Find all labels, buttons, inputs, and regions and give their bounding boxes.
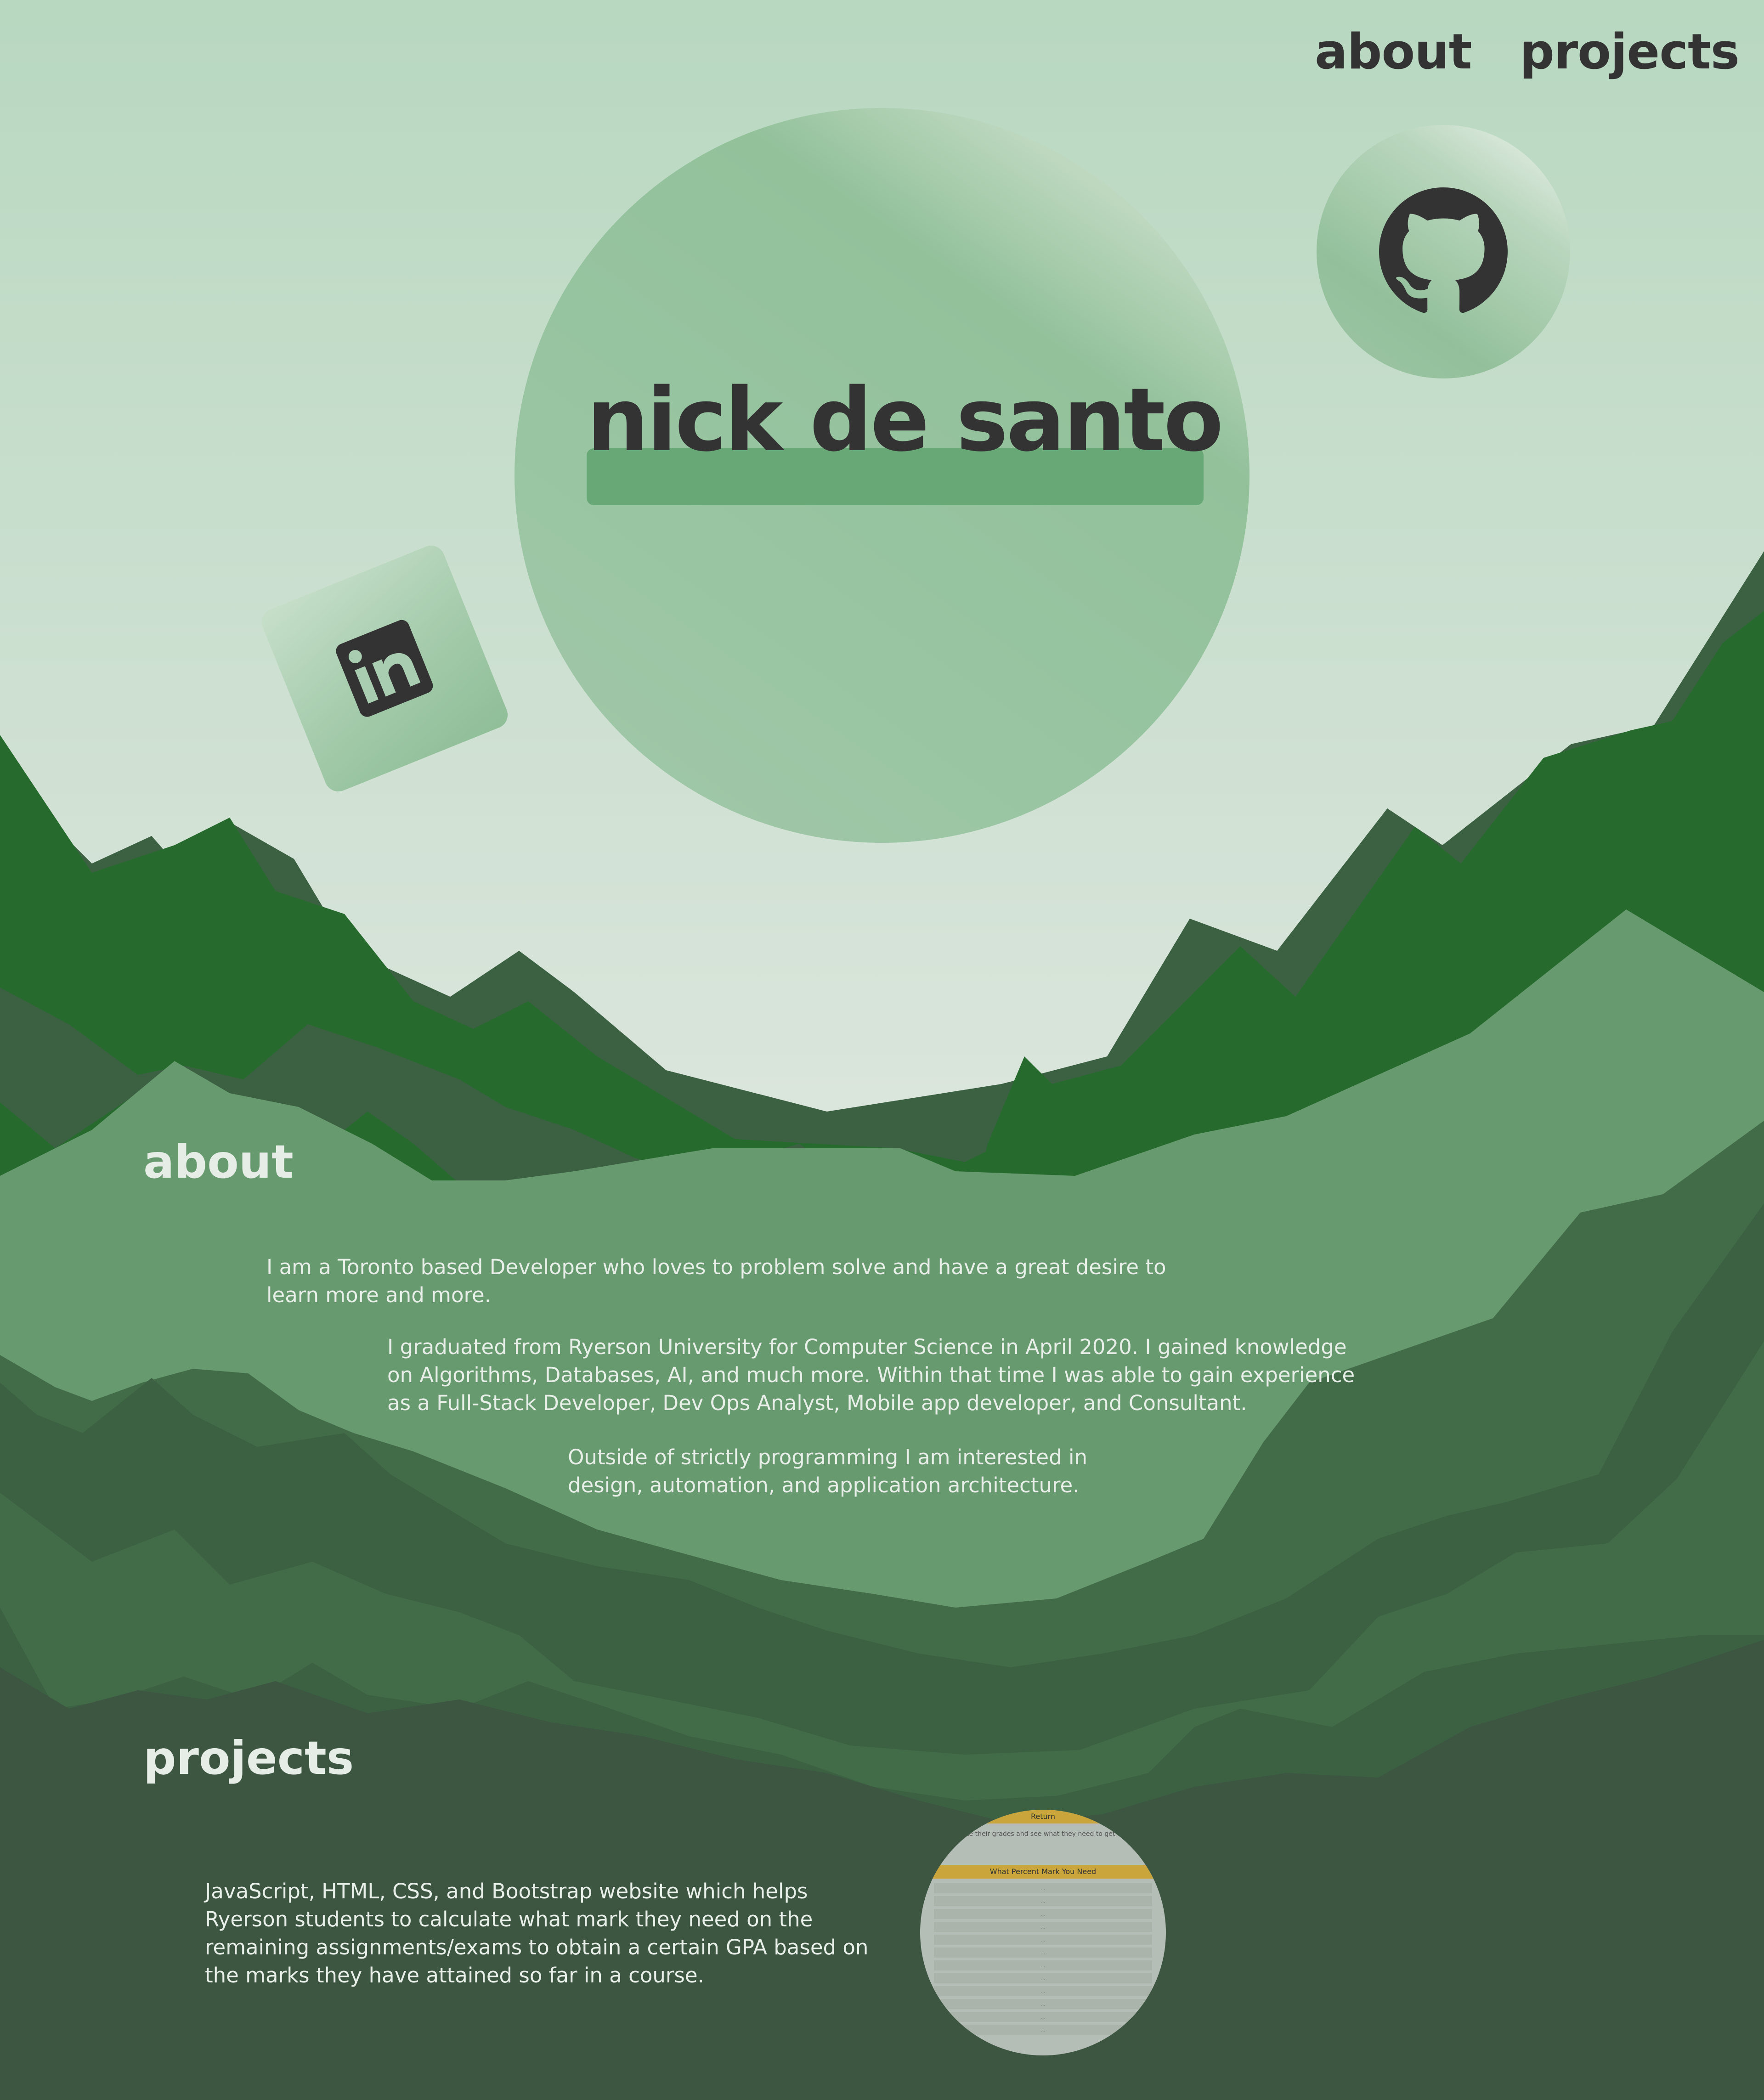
thumbnail-row: ... — [934, 1935, 1152, 1945]
thumbnail-row: ... — [934, 1883, 1152, 1893]
hero-name-title: nick de santo — [587, 369, 1223, 471]
github-icon — [1379, 187, 1508, 313]
thumbnail-row: ... — [934, 1909, 1152, 1919]
about-paragraph-3: Outside of strictly programming I am int… — [568, 1445, 1087, 1497]
thumbnail-row: ... — [934, 1960, 1152, 1970]
linkedin-icon — [336, 620, 433, 717]
nav-link-about[interactable]: about — [1315, 28, 1472, 76]
nav-link-projects[interactable]: projects — [1520, 28, 1740, 76]
project-thumbnail-link[interactable]: Return n to calculate their grades and s… — [920, 1810, 1166, 2055]
about-section-title: about — [143, 1135, 294, 1189]
about-paragraph-2: I graduated from Ryerson University for … — [387, 1335, 1355, 1415]
thumbnail-row: ... — [934, 1896, 1152, 1906]
thumbnail-row: ... — [934, 1999, 1152, 2009]
thumbnail-header-bar: Return — [920, 1810, 1166, 1823]
projects-section-title: projects — [143, 1731, 354, 1785]
github-link[interactable] — [1317, 125, 1570, 378]
thumbnail-row: ... — [934, 1973, 1152, 1983]
about-paragraph-1: I am a Toronto based Developer who loves… — [266, 1255, 1166, 1307]
thumbnail-rows: .................................... — [934, 1883, 1152, 2055]
thumbnail-row: ... — [934, 1948, 1152, 1958]
thumbnail-subheader-bar: What Percent Mark You Need — [920, 1865, 1166, 1879]
thumbnail-row: ... — [934, 1986, 1152, 1996]
thumbnail-row: ... — [934, 2012, 1152, 2022]
thumbnail-description: n to calculate their grades and see what… — [929, 1830, 1166, 1838]
thumbnail-row: ... — [934, 2025, 1152, 2035]
thumbnail-row: ... — [934, 1922, 1152, 1932]
project-description: JavaScript, HTML, CSS, and Bootstrap web… — [205, 1879, 869, 1987]
